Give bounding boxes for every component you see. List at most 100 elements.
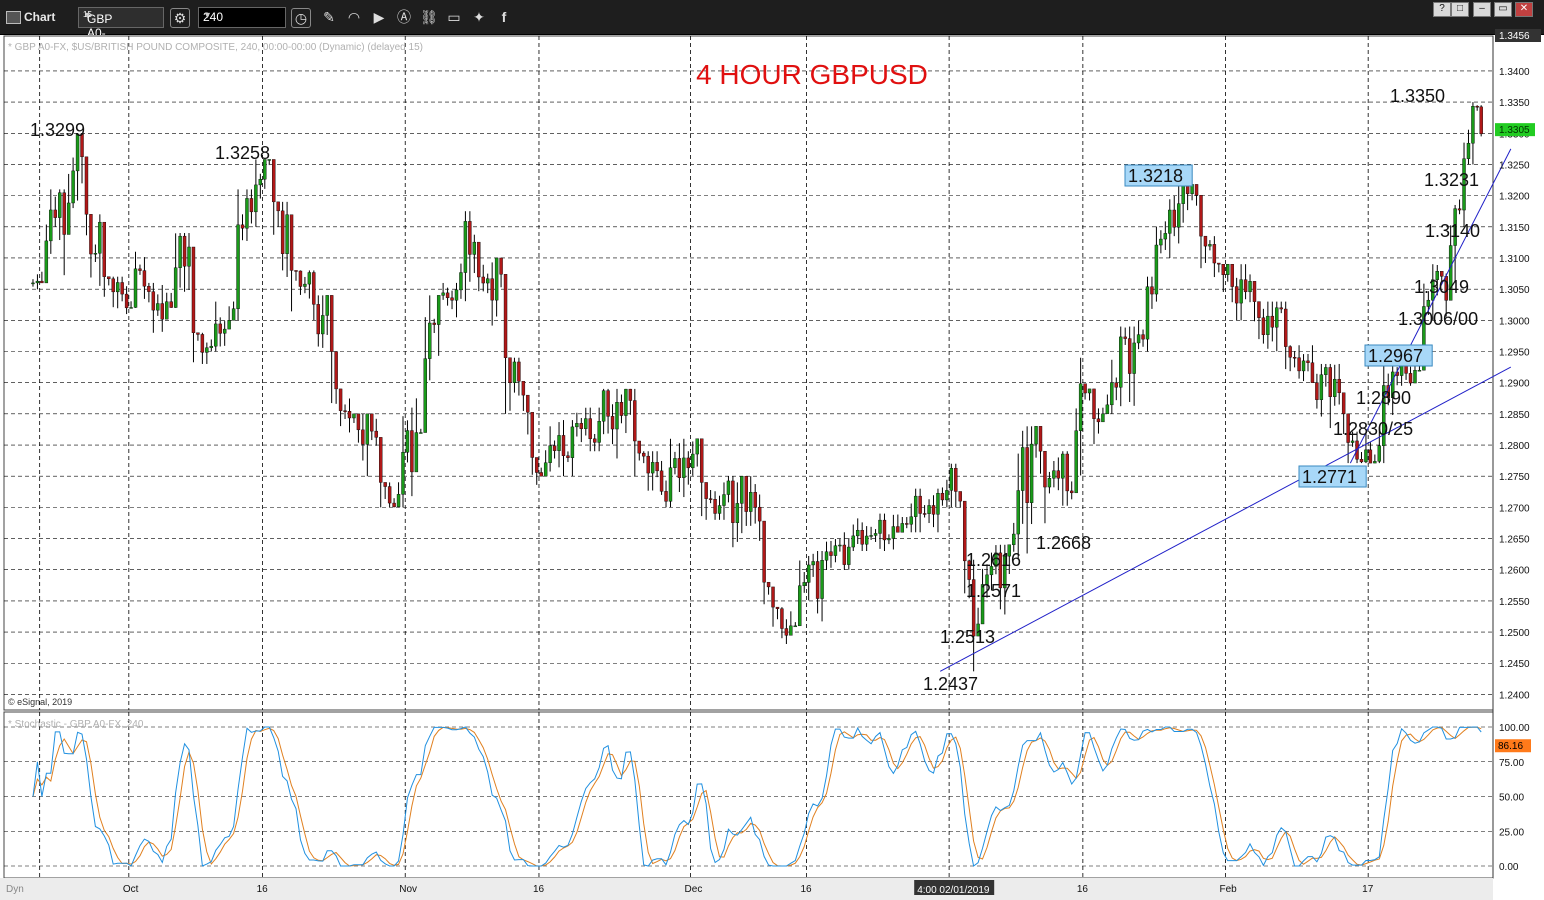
candle-body [806, 564, 811, 583]
candle-body [1083, 383, 1087, 394]
candle-body [160, 303, 164, 320]
candle-body [133, 268, 138, 308]
candle-body [922, 513, 927, 515]
price-annotation: 1.3140 [1425, 221, 1480, 241]
price-tick-label: 1.2750 [1499, 472, 1530, 483]
candle-body [1328, 367, 1332, 397]
candle-body [557, 435, 561, 451]
candle-body [1310, 362, 1315, 383]
x-tick-label: 16 [800, 884, 812, 895]
candle-body [1119, 336, 1123, 388]
candles-layer [31, 102, 1483, 672]
candle-body [833, 545, 838, 556]
candle-body [1141, 334, 1145, 340]
stoch-tick-label: 100.00 [1499, 723, 1530, 734]
candle-body [285, 214, 289, 254]
candle-body [1038, 426, 1043, 452]
candle-body [802, 582, 806, 586]
candle-body [1065, 453, 1069, 492]
candle-body [321, 315, 325, 335]
candle-body [570, 426, 575, 458]
candle-body [1426, 299, 1431, 307]
candle-body [775, 606, 780, 609]
candle-body [552, 445, 557, 451]
candle-body [249, 198, 254, 213]
candle-body [869, 535, 873, 537]
candle-body [1413, 369, 1417, 384]
candle-body [361, 429, 365, 445]
candle-body [753, 492, 757, 508]
candle-body [1020, 447, 1025, 491]
price-tick-label: 1.3400 [1499, 67, 1530, 78]
candle-body [958, 491, 962, 502]
candle-body [303, 283, 307, 287]
candle-body [896, 526, 900, 533]
x-tick-label: 17 [1362, 884, 1374, 895]
candle-body [735, 503, 740, 523]
candle-body [940, 492, 945, 501]
candle-body [89, 214, 93, 255]
candle-body [650, 462, 655, 474]
stoch-tick-label: 0.00 [1499, 862, 1519, 873]
candle-body [873, 533, 878, 536]
candle-body [173, 267, 178, 308]
candle-body [931, 505, 936, 515]
candle-body [254, 184, 258, 213]
candle-body [98, 221, 102, 254]
candle-body [1177, 203, 1181, 228]
candle-body [1136, 334, 1141, 344]
candle-body [1016, 490, 1020, 535]
candle-body [1163, 233, 1168, 240]
candle-body [405, 430, 410, 453]
candle-body [468, 221, 472, 255]
candle-body [673, 458, 677, 468]
price-annotation: 1.3049 [1414, 277, 1469, 297]
price-annotation: 1.2830/25 [1333, 419, 1413, 439]
x-tick-label: 16 [257, 884, 269, 895]
candle-body [40, 280, 44, 284]
candle-body [66, 202, 71, 235]
candle-body [798, 585, 802, 627]
candle-body [1368, 449, 1373, 464]
candle-body [601, 390, 606, 422]
price-annotation: 1.2571 [966, 581, 1021, 601]
candle-body [722, 494, 726, 506]
candle-body [1257, 301, 1261, 318]
candle-body [1087, 388, 1092, 394]
candle-body [62, 192, 66, 235]
candle-body [490, 278, 494, 301]
candle-body [222, 328, 227, 334]
price-annotation: 1.2437 [923, 674, 978, 694]
candle-body [1248, 281, 1252, 293]
candle-body [726, 480, 731, 495]
candle-body [432, 322, 436, 325]
candle-body [165, 301, 169, 320]
candle-body [414, 432, 419, 473]
candle-body [454, 289, 459, 301]
candle-body [370, 413, 374, 432]
candle-body [659, 470, 664, 492]
candle-body [419, 432, 423, 434]
price-tick-label: 1.3000 [1499, 316, 1530, 327]
candle-body [762, 520, 766, 583]
price-pane-info: * GBP A0-FX, $US/BRITISH POUND COMPOSITE… [8, 42, 423, 53]
candle-body [771, 586, 775, 608]
candle-body [338, 388, 343, 411]
gbpusd-chart[interactable]: 1.2400 1.2450 1.2500 1.2550 1.2600 1.2650 1.27… [0, 0, 1544, 900]
price-annotation: 1.2890 [1356, 388, 1411, 408]
candle-body [147, 286, 151, 292]
candle-body [178, 235, 182, 268]
candle-body [646, 455, 650, 474]
candle-body [200, 334, 205, 353]
candle-body [642, 452, 646, 457]
candle-body [1110, 382, 1114, 406]
candle-body [1221, 263, 1225, 275]
candle-body [218, 323, 222, 334]
price-annotation: 1.2967 [1368, 346, 1423, 366]
candle-body [512, 361, 517, 383]
price-tick-label: 1.3050 [1499, 285, 1530, 296]
candle-body [749, 492, 753, 512]
candle-body [115, 282, 120, 293]
candle-body [1283, 308, 1288, 347]
candle-body [379, 437, 383, 483]
